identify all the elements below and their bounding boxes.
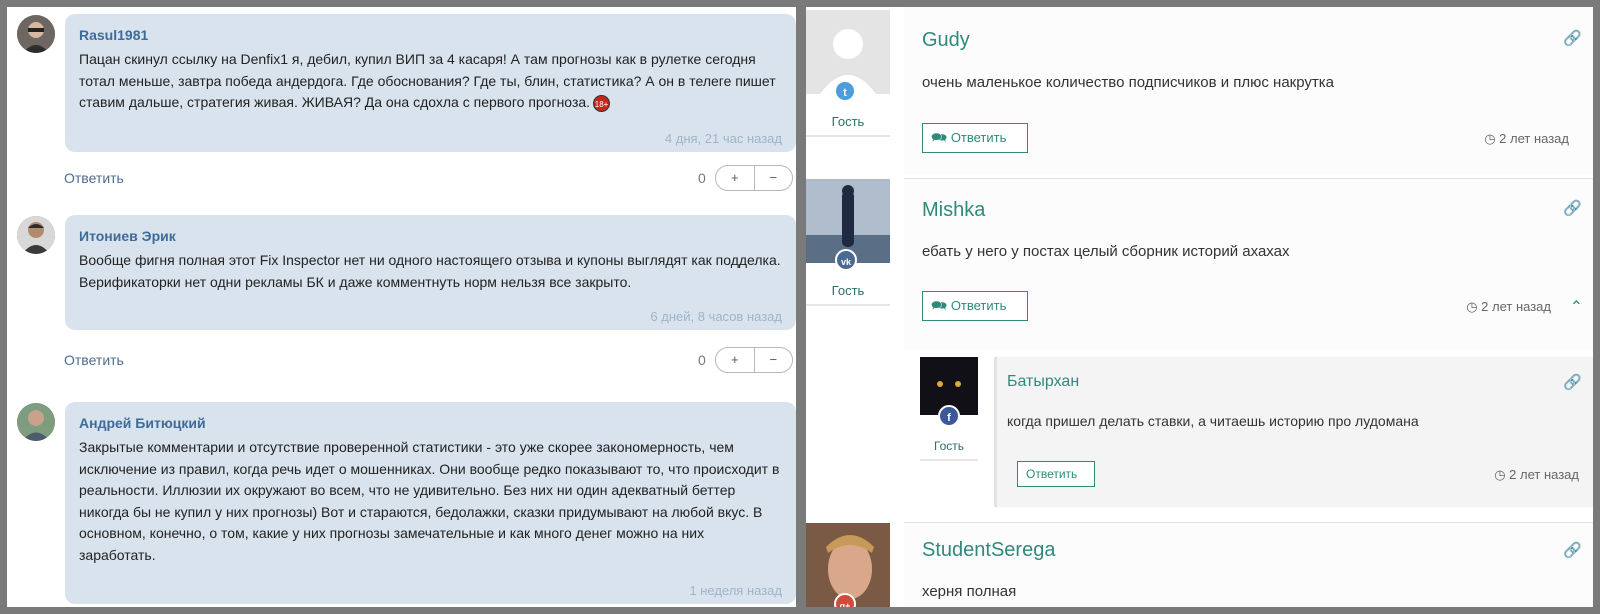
avatar <box>17 216 55 254</box>
comment-timestamp[interactable]: 4 дня, 21 час назад <box>665 131 782 146</box>
comment-text: ебать у него у постах целый сборник исто… <box>922 243 1290 260</box>
reply-link[interactable]: Ответить <box>64 352 124 368</box>
comment-body: StudentSerega херня полная 🔗 <box>904 523 1593 607</box>
comment-timestamp: ◷ 2 лет назад <box>1494 467 1579 482</box>
permalink-icon[interactable]: 🔗 <box>1563 29 1582 47</box>
vote-up-button[interactable]: + <box>716 166 755 190</box>
reply-link[interactable]: Ответить <box>64 170 124 186</box>
vk-icon[interactable]: vk <box>835 249 857 271</box>
comment-author[interactable]: Андрей Битюцкий <box>79 412 782 434</box>
vote-down-button[interactable]: − <box>755 166 793 190</box>
facebook-icon[interactable]: f <box>938 405 960 427</box>
reply-button[interactable]: 🗪 Ответить <box>922 123 1028 153</box>
emoji-18plus-icon: 18+ <box>593 94 611 112</box>
vote-count: 0 <box>698 352 706 368</box>
reply-label: Ответить <box>1026 467 1078 481</box>
comment-timestamp: ◷ 2 лет назад <box>1466 299 1551 314</box>
vote-count: 0 <box>698 170 706 186</box>
collapse-chevron-icon[interactable]: ⌃ <box>1570 297 1583 317</box>
comment-text: Пацан скинул ссылку на Denfix1 я, дебил,… <box>79 51 776 110</box>
clock-icon: ◷ <box>1484 131 1496 146</box>
comment-bubble: Андрей Битюцкий Закрытые комментарии и о… <box>65 402 796 604</box>
clock-icon: ◷ <box>1466 299 1478 314</box>
reply-button[interactable]: 🗪 Ответить <box>922 291 1028 321</box>
comment-author[interactable]: Gudy <box>922 29 970 52</box>
comment-timestamp[interactable]: 6 дней, 8 часов назад <box>650 309 782 324</box>
left-comments-panel: Rasul1981 Пацан скинул ссылку на Denfix1… <box>7 7 796 607</box>
comment-body: Gudy очень маленькое количество подписчи… <box>904 7 1593 175</box>
right-comments-panel: t Гость Gudy очень маленькое количество … <box>806 7 1593 607</box>
vote-up-button[interactable]: + <box>716 348 755 372</box>
reply-label: Ответить <box>950 298 1007 313</box>
clock-icon: ◷ <box>1494 467 1506 482</box>
comment-author[interactable]: Батырхан <box>1007 373 1079 391</box>
comment-item: Андрей Битюцкий Закрытые комментарии и о… <box>7 402 796 607</box>
reply-icon: 🗪 <box>931 298 948 313</box>
comment-item-nested: f Гость Батырхан когда пришел делать ста… <box>806 357 1593 517</box>
comment-bubble: Rasul1981 Пацан скинул ссылку на Denfix1… <box>65 14 796 152</box>
comment-body: Mishka ебать у него у постах целый сборн… <box>904 179 1593 349</box>
comment-text: Закрытые комментарии и отсутствие провер… <box>79 439 780 563</box>
avatar <box>17 403 55 441</box>
comment-item: vk Гость Mishka ебать у него у постах це… <box>806 179 1593 349</box>
reply-button[interactable]: Ответить <box>1017 461 1095 487</box>
comment-item: g+ StudentSerega херня полная 🔗 <box>806 523 1593 607</box>
user-role: Гость <box>806 114 890 137</box>
comment-author[interactable]: StudentSerega <box>922 539 1055 562</box>
comment-item: Итониев Эрик Вообще фигня полная этот Fi… <box>7 215 796 385</box>
avatar <box>17 15 55 53</box>
comment-author[interactable]: Итониев Эрик <box>79 225 782 247</box>
vote-buttons: + − <box>715 165 793 191</box>
comment-text: херня полная <box>922 583 1017 600</box>
comment-item: t Гость Gudy очень маленькое количество … <box>806 7 1593 177</box>
comment-timestamp: ◷ 2 лет назад <box>1484 131 1569 146</box>
permalink-icon[interactable]: 🔗 <box>1563 373 1582 391</box>
comment-author[interactable]: Rasul1981 <box>79 24 782 46</box>
reply-label: Ответить <box>950 130 1007 145</box>
comment-author[interactable]: Mishka <box>922 199 985 222</box>
comment-body: Батырхан когда пришел делать ставки, а ч… <box>994 357 1593 507</box>
permalink-icon[interactable]: 🔗 <box>1563 199 1582 217</box>
comment-item: Rasul1981 Пацан скинул ссылку на Denfix1… <box>7 7 796 197</box>
comment-text: очень маленькое количество подписчиков и… <box>922 74 1335 91</box>
vote-buttons: + − <box>715 347 793 373</box>
permalink-icon[interactable]: 🔗 <box>1563 541 1582 559</box>
comment-text: Вообще фигня полная этот Fix Inspector н… <box>79 252 781 290</box>
user-role: Гость <box>806 283 890 306</box>
comment-text: когда пришел делать ставки, а читаешь ис… <box>1007 413 1419 429</box>
comment-timestamp[interactable]: 1 неделя назад <box>689 583 782 598</box>
reply-icon: 🗪 <box>931 130 948 145</box>
user-role: Гость <box>920 439 978 461</box>
comment-bubble: Итониев Эрик Вообще фигня полная этот Fi… <box>65 215 796 330</box>
twitter-icon[interactable]: t <box>834 80 856 102</box>
vote-down-button[interactable]: − <box>755 348 793 372</box>
